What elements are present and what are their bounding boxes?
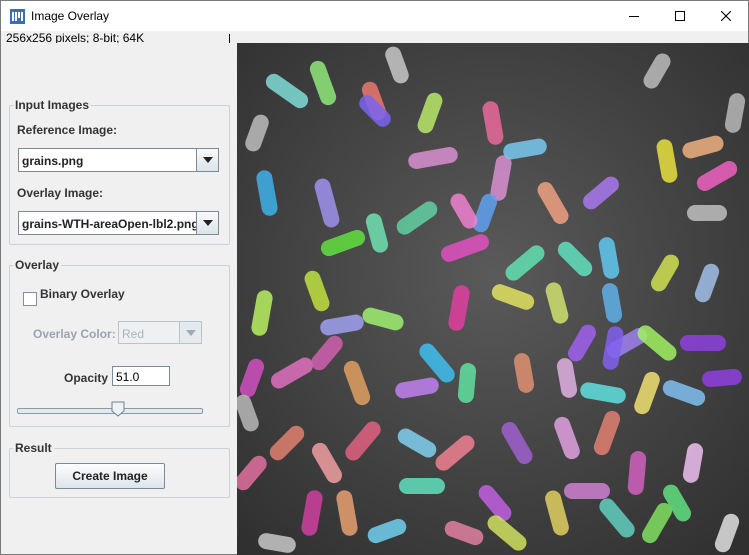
- reference-image-select[interactable]: grains.png: [18, 148, 219, 172]
- control-panel: Input Images Reference Image: grains.png…: [1, 43, 237, 554]
- overlay-image-canvas[interactable]: [237, 43, 749, 555]
- create-image-button-label: Create Image: [72, 469, 148, 483]
- opacity-slider-thumb[interactable]: [111, 401, 125, 417]
- grain-blob: [399, 478, 445, 494]
- result-title: Result: [13, 441, 54, 455]
- grain-blob: [564, 483, 610, 499]
- grains-overlay-image: [237, 43, 749, 555]
- binary-overlay-label[interactable]: Binary Overlay: [40, 287, 125, 301]
- opacity-label: Opacity: [64, 371, 109, 385]
- overlay-color-select[interactable]: Red: [118, 321, 202, 344]
- reference-image-label: Reference Image:: [17, 123, 118, 137]
- maximize-icon: [675, 11, 685, 21]
- chevron-down-icon[interactable]: [196, 149, 218, 171]
- input-images-group: Input Images Reference Image: grains.png…: [9, 98, 230, 245]
- close-icon: [721, 11, 731, 21]
- overlay-color-label: Overlay Color:: [33, 327, 116, 341]
- minimize-icon: [629, 16, 639, 17]
- title-bar[interactable]: Image Overlay: [1, 1, 748, 31]
- grain-blob: [680, 335, 726, 351]
- window-title: Image Overlay: [31, 9, 110, 23]
- overlay-image-select[interactable]: grains-WTH-areaOpen-lbl2.png: [18, 211, 219, 235]
- input-images-title: Input Images: [13, 98, 92, 112]
- reference-image-value: grains.png: [22, 154, 84, 168]
- chevron-down-icon[interactable]: [196, 212, 218, 234]
- image-overlay-window: Image Overlay 256x256 pixels; 8-bit; 64K…: [0, 0, 749, 555]
- overlay-image-label: Overlay Image:: [17, 186, 104, 200]
- close-button[interactable]: [703, 1, 749, 31]
- create-image-button[interactable]: Create Image: [55, 463, 165, 489]
- overlay-image-value: grains-WTH-areaOpen-lbl2.png: [22, 217, 199, 231]
- overlay-color-value: Red: [122, 327, 145, 341]
- grain-blob: [687, 205, 727, 221]
- opacity-input[interactable]: 51.0: [112, 366, 170, 386]
- maximize-button[interactable]: [657, 1, 703, 31]
- opacity-slider-track[interactable]: [17, 408, 203, 414]
- binary-overlay-checkbox[interactable]: [23, 292, 37, 306]
- chevron-down-icon[interactable]: [179, 322, 201, 343]
- imagej-app-icon: [10, 9, 25, 24]
- overlay-title: Overlay: [13, 258, 62, 272]
- minimize-button[interactable]: [611, 1, 657, 31]
